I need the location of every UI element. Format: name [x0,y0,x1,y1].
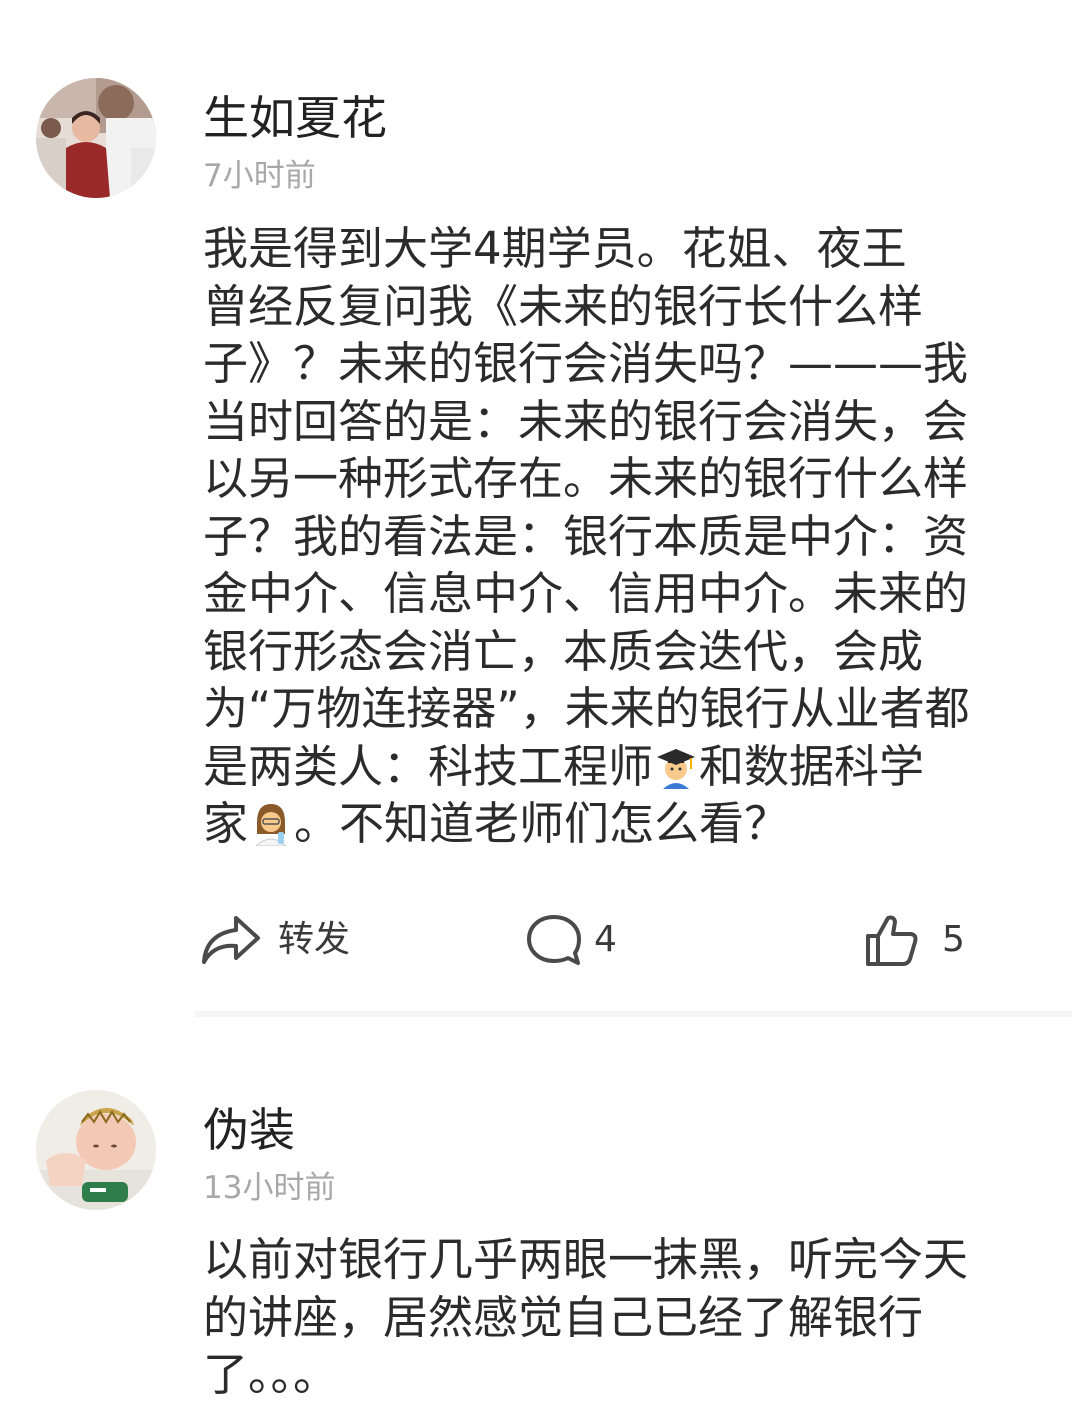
comment-text: 以前对银行几乎两眼一抹黑，听完今天 的讲座，居然感觉自己已经了解银行 了。。。 [203,1231,1023,1404]
avatar[interactable] [36,1090,156,1210]
text-segment: 和数据科学 [699,739,925,793]
text-segment: 是两类人：科技工程师 [203,739,654,793]
share-button[interactable]: 转发 [200,905,350,975]
text-line: 了。。。 [203,1348,339,1401]
text-line-with-emoji: 家 。不知道老师们怎么看？ [203,795,1023,853]
comment-bubble-icon [524,911,584,969]
like-button[interactable]: 5 [862,905,965,975]
comment-button[interactable]: 4 [524,905,617,975]
text-line: 曾经反复问我《未来的银行长什么样 [203,279,924,333]
avatar[interactable] [36,78,156,198]
text-line: 子》？未来的银行会消失吗？———我 [203,337,969,390]
text-line: 我是得到大学4期学员。花姐、夜王 [203,222,907,275]
author-name[interactable]: 伪装 [203,1102,295,1158]
avatar-photo-person [36,78,156,198]
text-line: 子？我的看法是：银行本质是中介：资 [203,509,969,563]
text-line: 为“万物连接器”，未来的银行从业者都 [203,682,970,735]
comment-item: 生如夏花 7小时前 我是得到大学4期学员。花姐、夜王 曾经反复问我《未来的银行长… [0,0,1072,1017]
text-line: 当时回答的是：未来的银行会消失，会 [203,394,969,448]
avatar-photo-baby [36,1090,156,1210]
woman-scientist-emoji [255,804,287,846]
share-label: 转发 [278,919,351,960]
like-count: 5 [942,919,965,960]
man-student-emoji [657,748,696,789]
action-bar: 转发 4 5 [0,905,1072,975]
share-icon [200,912,262,968]
text-line: 以另一种形式存在。未来的银行什么样 [203,452,969,505]
text-line-with-emoji: 是两类人：科技工程师 和数据科学 [203,738,1023,796]
author-name[interactable]: 生如夏花 [203,90,387,146]
text-segment: 家 [203,797,249,850]
comment-count: 4 [594,919,617,960]
text-segment: 。不知道老师们怎么看？ [294,797,790,850]
text-line: 金中介、信息中介、信用中介。未来的 [203,567,969,620]
comment-item: 伪装 13小时前 以前对银行几乎两眼一抹黑，听完今天 的讲座，居然感觉自己已经了… [0,1016,1072,1428]
comment-text: 我是得到大学4期学员。花姐、夜王 曾经反复问我《未来的银行长什么样 子》？未来的… [203,220,1023,853]
text-line: 银行形态会消亡，本质会迭代，会成 [203,624,924,678]
text-line: 的讲座，居然感觉自己已经了解银行 [203,1290,924,1344]
comment-feed: 生如夏花 7小时前 我是得到大学4期学员。花姐、夜王 曾经反复问我《未来的银行长… [0,0,1072,1428]
post-time: 7小时前 [203,158,316,194]
thumbs-up-icon [862,912,920,968]
post-time: 13小时前 [203,1170,336,1206]
text-line: 以前对银行几乎两眼一抹黑，听完今天 [203,1233,969,1286]
